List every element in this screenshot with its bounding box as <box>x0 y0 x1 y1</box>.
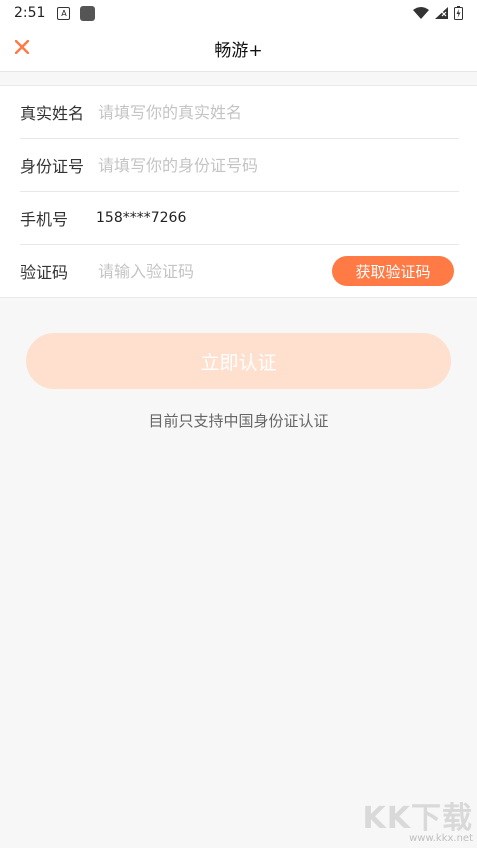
signal-icon <box>435 7 448 19</box>
battery-charging-icon <box>454 6 463 20</box>
id-number-label: 身份证号 <box>20 157 85 176</box>
close-button[interactable] <box>12 37 32 57</box>
status-time: 2:51 <box>14 5 46 21</box>
id-number-input[interactable] <box>98 155 459 175</box>
notification-a-icon: A <box>57 6 71 20</box>
notification-app-icon <box>80 5 96 21</box>
name-row: 真实姓名 <box>20 86 459 139</box>
phone-value: 158****7266 <box>96 210 187 226</box>
phone-label: 手机号 <box>20 210 69 229</box>
page-title: 畅游+ <box>214 41 263 61</box>
status-bar: 2:51 A <box>0 0 477 26</box>
phone-row: 手机号 158****7266 <box>20 192 459 245</box>
close-icon <box>15 40 29 54</box>
wifi-icon <box>413 7 429 19</box>
app-bar: 畅游+ <box>0 26 477 72</box>
verify-now-button[interactable]: 立即认证 <box>26 333 451 389</box>
watermark: KK下载 www.kkx.net <box>273 793 474 844</box>
verification-form: 真实姓名 身份证号 手机号 158****7266 验证码 获取验证码 <box>0 85 477 298</box>
get-code-button[interactable]: 获取验证码 <box>332 256 454 286</box>
code-label: 验证码 <box>20 263 69 282</box>
id-number-row: 身份证号 <box>20 139 459 192</box>
support-note: 目前只支持中国身份证认证 <box>148 412 329 430</box>
status-indicators <box>413 6 463 20</box>
name-label: 真实姓名 <box>20 104 85 123</box>
real-name-input[interactable] <box>98 102 459 122</box>
code-row: 验证码 获取验证码 <box>20 245 459 297</box>
watermark-logo: KK下载 <box>362 801 473 836</box>
